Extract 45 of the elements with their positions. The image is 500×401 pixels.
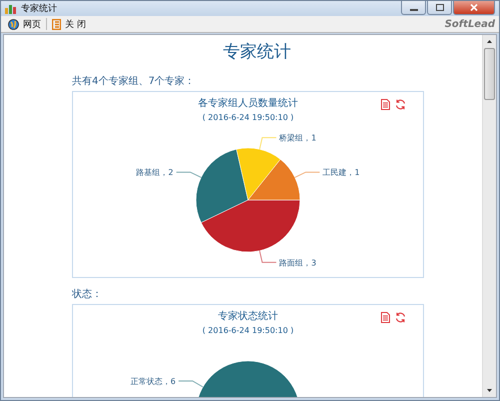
category-label: 桥梁组	[279, 134, 304, 143]
door-icon	[52, 18, 61, 30]
close-button[interactable]	[453, 1, 495, 15]
category-label: 正常状态	[130, 377, 162, 386]
section-heading: 共有4个专家组、7个专家：	[72, 75, 196, 88]
globe-icon	[8, 18, 19, 30]
label-separator: ，	[303, 134, 312, 143]
value-label: 1	[311, 134, 316, 143]
chart-subtitle: ( 2016-6-24 19:50:10 )	[201, 325, 295, 336]
scrollbar-thumb[interactable]	[484, 48, 495, 100]
document-icon[interactable]	[381, 99, 390, 110]
value-label: 2	[168, 168, 174, 178]
leader-line	[176, 172, 202, 178]
chart-title: 专家状态统计	[217, 310, 279, 323]
category-label: 路面组	[279, 258, 304, 268]
label-separator: ，	[162, 377, 170, 386]
leader-line	[259, 137, 277, 150]
close-icon	[470, 4, 478, 11]
maximize-icon	[436, 4, 444, 11]
label-separator: ，	[160, 168, 168, 178]
leader-line	[178, 380, 204, 388]
page-title: 专家统计	[222, 41, 292, 64]
document-icon[interactable]	[381, 312, 390, 323]
maximize-button[interactable]	[427, 1, 452, 15]
value-label: 6	[170, 377, 176, 386]
scrollbar[interactable]	[482, 35, 496, 397]
chart-title: 各专家组人员数量统计	[197, 97, 299, 110]
leader-line	[259, 250, 277, 263]
toolbar-button[interactable]: 关 闭	[49, 16, 89, 32]
value-label: 1	[354, 168, 360, 178]
category-label: 工民建	[322, 168, 347, 178]
chart-subtitle: ( 2016-6-24 19:50:10 )	[201, 112, 295, 123]
brand-text: SoftLead	[444, 18, 495, 30]
window-title: 专家统计	[21, 2, 57, 15]
leader-line	[294, 172, 320, 178]
label-separator: ，	[346, 168, 355, 178]
value-label: 3	[311, 258, 316, 268]
label-separator: ，	[303, 258, 312, 268]
refresh-icon[interactable]	[395, 99, 406, 110]
refresh-icon[interactable]	[395, 312, 406, 323]
bar-chart-icon	[5, 4, 17, 14]
minimize-button[interactable]	[401, 1, 426, 15]
toolbar-button[interactable]: 网页	[5, 16, 44, 32]
category-label: 路基组	[136, 168, 160, 178]
section-heading: 状态：	[72, 288, 103, 301]
